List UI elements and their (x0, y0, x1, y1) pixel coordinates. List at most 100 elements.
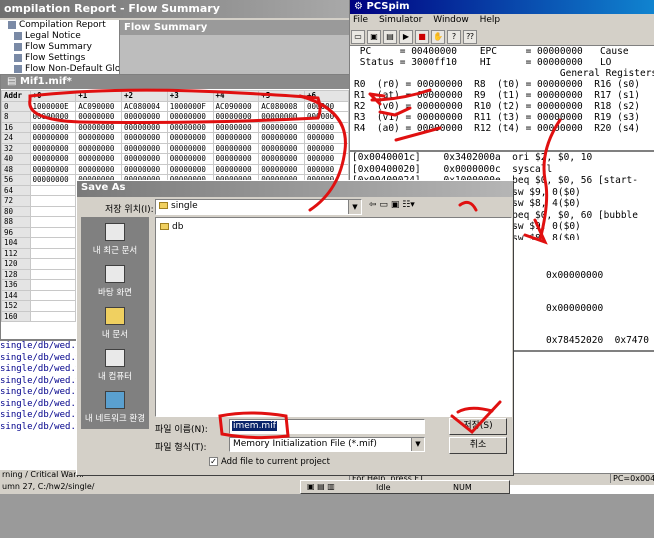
place-network[interactable]: 내 네트워크 환경 (81, 391, 149, 424)
grid-cell[interactable] (29, 268, 77, 280)
grid-cell[interactable]: 00000000 (258, 121, 306, 133)
grid-cell[interactable]: 00000000 (75, 163, 123, 175)
lookin-dropdown[interactable]: single ▼ (155, 199, 362, 215)
grid-cell[interactable]: 00000000 (212, 111, 260, 123)
grid-cell[interactable]: 00000000 (166, 142, 214, 154)
grid-cell[interactable]: 1000000E (29, 100, 77, 112)
menu-help[interactable]: Help (480, 15, 501, 25)
breakpoints-icon[interactable]: ✋ (431, 30, 445, 44)
new-folder-icon[interactable]: ▣ (391, 200, 400, 210)
tree-item-flow-non-default[interactable]: Flow Non-Default Global (0, 64, 119, 74)
menu-simulator[interactable]: Simulator (379, 15, 422, 25)
cancel-button[interactable]: 취소 (449, 437, 507, 454)
grid-cell[interactable]: 00000000 (212, 163, 260, 175)
grid-cell[interactable] (29, 279, 77, 291)
grid-cell[interactable]: AC090000 (212, 100, 260, 112)
grid-cell[interactable]: 00000000 (258, 132, 306, 144)
tree-item-compilation-report[interactable]: Compilation Report (0, 20, 119, 31)
grid-cell[interactable]: 00000000 (29, 142, 77, 154)
grid-cell[interactable]: 00000000 (121, 153, 168, 165)
grid-cell[interactable]: 00000000 (166, 163, 214, 175)
grid-cell[interactable]: 000000 (304, 142, 349, 154)
grid-cell[interactable]: 000000 (304, 132, 349, 144)
grid-cell[interactable]: 00000000 (121, 163, 168, 175)
filetype-dropdown[interactable]: Memory Initialization File (*.mif) ▼ (229, 437, 425, 452)
grid-cell[interactable]: AC090000 (75, 100, 123, 112)
grid-cell[interactable]: 00000000 (166, 153, 214, 165)
grid-cell[interactable]: 00000000 (75, 153, 123, 165)
tree-item-flow-summary[interactable]: Flow Summary (0, 42, 119, 53)
place-recent[interactable]: 내 최근 문서 (81, 223, 149, 256)
view-menu-icon[interactable]: ☷▾ (402, 200, 415, 210)
up-folder-icon[interactable]: ▭ (379, 200, 388, 210)
save-button[interactable]: 저장(S) (449, 418, 507, 435)
grid-cell[interactable]: 00000000 (29, 132, 77, 144)
grid-address-cell: 0 (1, 100, 31, 112)
place-my-documents[interactable]: 내 문서 (81, 307, 149, 340)
grid-cell[interactable]: AC080004 (121, 100, 168, 112)
grid-cell[interactable] (29, 300, 77, 312)
grid-cell[interactable]: 1000000F (166, 100, 214, 112)
grid-cell[interactable]: 00000000 (75, 142, 123, 154)
grid-cell[interactable]: 000000 (304, 163, 349, 175)
grid-cell[interactable] (29, 237, 77, 249)
grid-cell[interactable]: 00000000 (29, 163, 77, 175)
grid-cell[interactable] (29, 205, 77, 217)
menu-file[interactable]: File (353, 15, 368, 25)
grid-cell[interactable] (29, 184, 77, 196)
add-to-project-checkbox[interactable]: ✓ Add file to current project (209, 457, 330, 467)
grid-cell[interactable]: AC080008 (258, 100, 306, 112)
grid-cell[interactable]: 00000000 (121, 121, 168, 133)
open-icon[interactable]: ▭ (351, 30, 365, 44)
stop-icon[interactable]: ■ (415, 30, 429, 44)
log-icon[interactable]: ▤ (383, 30, 397, 44)
grid-cell[interactable]: 00000000 (258, 163, 306, 175)
back-icon[interactable]: ⇦ (369, 200, 377, 210)
grid-cell[interactable]: 00000000 (166, 121, 214, 133)
grid-cell[interactable]: 000000 (304, 100, 349, 112)
grid-cell[interactable] (29, 216, 77, 228)
chevron-down-icon[interactable]: ▼ (348, 200, 361, 214)
go-icon[interactable]: ▶ (399, 30, 413, 44)
grid-cell[interactable]: 00000000 (258, 153, 306, 165)
grid-cell[interactable] (29, 226, 77, 238)
grid-cell[interactable]: 000000 (304, 153, 349, 165)
grid-cell[interactable]: 00000000 (75, 111, 123, 123)
grid-cell[interactable] (29, 289, 77, 301)
grid-cell[interactable]: 00000000 (75, 121, 123, 133)
grid-cell[interactable]: 000000 (304, 121, 349, 133)
grid-cell[interactable]: 00000000 (166, 111, 214, 123)
grid-cell[interactable] (29, 310, 77, 322)
filename-input[interactable]: imem.mif (229, 419, 425, 434)
grid-cell[interactable]: 00000000 (121, 111, 168, 123)
save-icon[interactable]: ▣ (367, 30, 381, 44)
place-desktop[interactable]: 바탕 화면 (81, 265, 149, 298)
grid-cell[interactable]: 00000000 (258, 111, 306, 123)
grid-cell[interactable]: 00000000 (212, 132, 260, 144)
grid-cell[interactable]: 00000000 (121, 132, 168, 144)
grid-cell[interactable] (29, 247, 77, 259)
grid-cell[interactable]: 00000000 (212, 142, 260, 154)
grid-column-header: +2 (121, 90, 168, 102)
grid-cell[interactable]: 00000000 (29, 111, 77, 123)
help-icon[interactable]: ? (447, 30, 461, 44)
tree-item-flow-settings[interactable]: Flow Settings (0, 53, 119, 64)
grid-cell[interactable]: 00000000 (258, 142, 306, 154)
grid-cell[interactable] (29, 258, 77, 270)
grid-cell[interactable]: 00000000 (166, 132, 214, 144)
grid-cell[interactable]: 00000000 (212, 153, 260, 165)
place-my-computer[interactable]: 내 컴퓨터 (81, 349, 149, 382)
grid-cell[interactable]: 00000000 (29, 174, 77, 186)
tree-item-legal-notice[interactable]: Legal Notice (0, 31, 119, 42)
file-item-db[interactable]: db (160, 222, 183, 232)
chevron-down-icon[interactable]: ▼ (411, 438, 424, 451)
grid-cell[interactable]: 00000000 (29, 121, 77, 133)
grid-cell[interactable] (29, 195, 77, 207)
grid-cell[interactable]: 000000 (304, 111, 349, 123)
menu-window[interactable]: Window (433, 15, 469, 25)
grid-cell[interactable]: 00000000 (29, 153, 77, 165)
grid-cell[interactable]: 00000000 (212, 121, 260, 133)
grid-cell[interactable]: 00000000 (121, 142, 168, 154)
context-help-icon[interactable]: ⁇ (463, 30, 477, 44)
grid-cell[interactable]: 00000000 (75, 132, 123, 144)
